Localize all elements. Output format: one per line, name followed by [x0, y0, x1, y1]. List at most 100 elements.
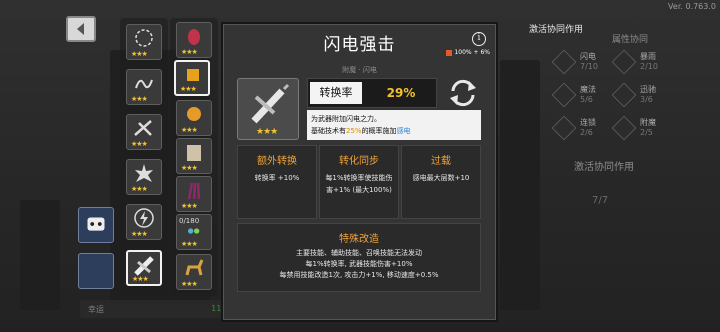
stars: ★★★ [181, 48, 198, 56]
thorn-ring-icon [135, 29, 153, 47]
skill-slot[interactable]: ★★★ [126, 24, 162, 60]
inventory-column-left: ★★★ ★★★ ★★★ ★★★ ★★★ ★★★ [120, 18, 168, 296]
stars: ★★★ [131, 95, 148, 103]
stars: ★★★ [131, 230, 148, 238]
upgrade-card[interactable]: 过载 感电最大层数+10 [401, 145, 481, 219]
damage-icon [446, 49, 453, 56]
synergy-value: 7/10 [580, 62, 598, 71]
conversion-rate-box: 转换率 29% [307, 78, 437, 108]
special-mod-body: 主要技能、辅助技能、召唤技能无法发动 每1%转换率, 武器技能伤害+10% 每禁… [238, 248, 480, 281]
synergy-value: 2/6 [580, 128, 593, 137]
item-slot-selected[interactable]: ★★★ [174, 60, 210, 96]
pet-slot[interactable] [78, 207, 114, 243]
description-line: 基础技术有25%的概率施加感电 [311, 125, 477, 137]
item-count: 0/180 [179, 217, 200, 225]
red-egg-icon [188, 29, 200, 45]
lightning-orb-icon [134, 208, 154, 228]
stars: ★★★ [131, 140, 148, 148]
speed-synergy-icon [611, 82, 637, 108]
stars: ★★★ [132, 275, 149, 283]
swap-icon[interactable] [445, 76, 481, 110]
skill-icon-box: ★★★ [237, 78, 299, 140]
upgrade-card[interactable]: 转化同步 每1%转换率使技能伤害+1% (最大100%) [319, 145, 399, 219]
robot-pet-icon [87, 217, 105, 231]
special-mod-line: 主要技能、辅助技能、召唤技能无法发动 [296, 249, 422, 257]
synergy-value: 2/10 [640, 62, 658, 71]
upgrade-card-title: 过载 [431, 156, 451, 167]
upgrade-card-title: 额外转换 [257, 156, 297, 167]
stars: ★★★ [181, 202, 198, 210]
back-arrow-icon [77, 23, 84, 35]
stars: ★★★ [180, 85, 197, 93]
stars: ★★★ [256, 127, 278, 137]
skill-slot[interactable]: ★★★ [126, 204, 162, 240]
synergy-panel-title: 激活协同作用 [529, 25, 584, 35]
skill-slot[interactable]: ★★★ [126, 69, 162, 105]
stars: ★★★ [181, 280, 198, 288]
upgrade-card-body: 转换率 +10% [254, 174, 300, 182]
description-effect-link: 感电 [396, 127, 411, 135]
damage-tag-text: 100% + 6% [454, 49, 490, 56]
synergy-name: 魔法 [580, 85, 596, 94]
lightning-sword-icon [251, 83, 290, 124]
description-line: 为武器附加闪电之力。 [311, 115, 381, 123]
synergy-name: 闪电 [580, 52, 596, 61]
chain-icon [135, 79, 153, 89]
skill-subtitle: 附魔 · 闪电 [342, 66, 377, 74]
synergy-value: 5/6 [580, 95, 593, 104]
crossbow-icon [134, 120, 152, 136]
item-slot[interactable]: ★★★ [176, 138, 212, 174]
synergy-name: 附魔 [640, 118, 656, 127]
description-text: 基础技术有 [311, 127, 346, 135]
stars: ★★★ [181, 240, 198, 248]
conversion-rate-value: 29% [386, 86, 416, 100]
gem-cluster-icon [188, 228, 200, 234]
enchant-synergy-icon [611, 115, 637, 141]
stat-bar: 幸运 110% [80, 300, 240, 318]
stars: ★★★ [181, 126, 198, 134]
special-mod-line: 每禁用技能改造1次, 攻击力+1%, 移动速度+0.5% [279, 271, 439, 279]
synergy-panel-subtitle-2: 激活协同作用 [574, 162, 634, 173]
skill-slot[interactable]: ★★★ [126, 114, 162, 150]
synergy-item[interactable]: 附魔 2/5 [611, 115, 684, 141]
skill-description: 为武器附加闪电之力。 基础技术有25%的概率施加感电 [307, 110, 481, 140]
description-text: 的概率施加 [361, 127, 397, 135]
burst-icon [135, 164, 153, 182]
skill-detail-dialog: 闪电强击 i 100% + 6% 附魔 · 闪电 ★★★ 转换率 29% 为武器… [221, 22, 498, 322]
synergy-item[interactable]: 迅驰 3/6 [611, 82, 684, 108]
stars: ★★★ [131, 50, 148, 58]
item-slot[interactable]: ★★★ [176, 100, 212, 136]
skill-slot[interactable]: ★★★ [126, 159, 162, 195]
version-label: Ver. 0.763.0 [668, 2, 716, 11]
synergy-item[interactable]: 暴雨 2/10 [611, 49, 684, 75]
special-mod-card[interactable]: 特殊改造 主要技能、辅助技能、召唤技能无法发动 每1%转换率, 武器技能伤害+1… [237, 223, 481, 292]
conversion-rate-label: 转换率 [310, 82, 362, 104]
synergy-name: 迅驰 [640, 85, 656, 94]
item-slot[interactable]: ★★★ [176, 254, 212, 290]
lightning-synergy-icon [551, 49, 577, 75]
skill-slot-selected[interactable]: ★★★ [126, 250, 162, 286]
item-slot[interactable]: 0/180 ★★★ [176, 214, 212, 250]
back-button[interactable] [66, 16, 96, 42]
upgrade-card[interactable]: 额外转换 转换率 +10% [237, 145, 317, 219]
special-mod-line: 每1%转换率, 武器技能伤害+10% [305, 260, 413, 268]
magic-synergy-icon [551, 82, 577, 108]
damage-tag: 100% + 6% [446, 49, 490, 56]
stat-label: 幸运 [88, 305, 104, 314]
special-mod-title: 特殊改造 [339, 234, 379, 245]
description-highlight: 25% [346, 127, 362, 135]
upgrade-card-body: 感电最大层数+10 [412, 174, 470, 182]
synergy-count: 7/7 [592, 195, 609, 206]
synergy-value: 2/5 [640, 128, 653, 137]
chain-synergy-icon [551, 115, 577, 141]
item-slot[interactable]: ★★★ [176, 176, 212, 212]
synergy-name: 暴雨 [640, 52, 656, 61]
item-slot[interactable]: ★★★ [176, 22, 212, 58]
scroll-icon [187, 145, 201, 161]
stars: ★★★ [131, 185, 148, 193]
storm-synergy-icon [611, 49, 637, 75]
inventory-column-right: ★★★ ★★★ ★★★ ★★★ ★★★ 0/180 ★★★ ★★★ [170, 18, 218, 296]
info-icon[interactable]: i [472, 32, 486, 46]
pet-slot-empty[interactable] [78, 253, 114, 289]
synergy-value: 3/6 [640, 95, 653, 104]
